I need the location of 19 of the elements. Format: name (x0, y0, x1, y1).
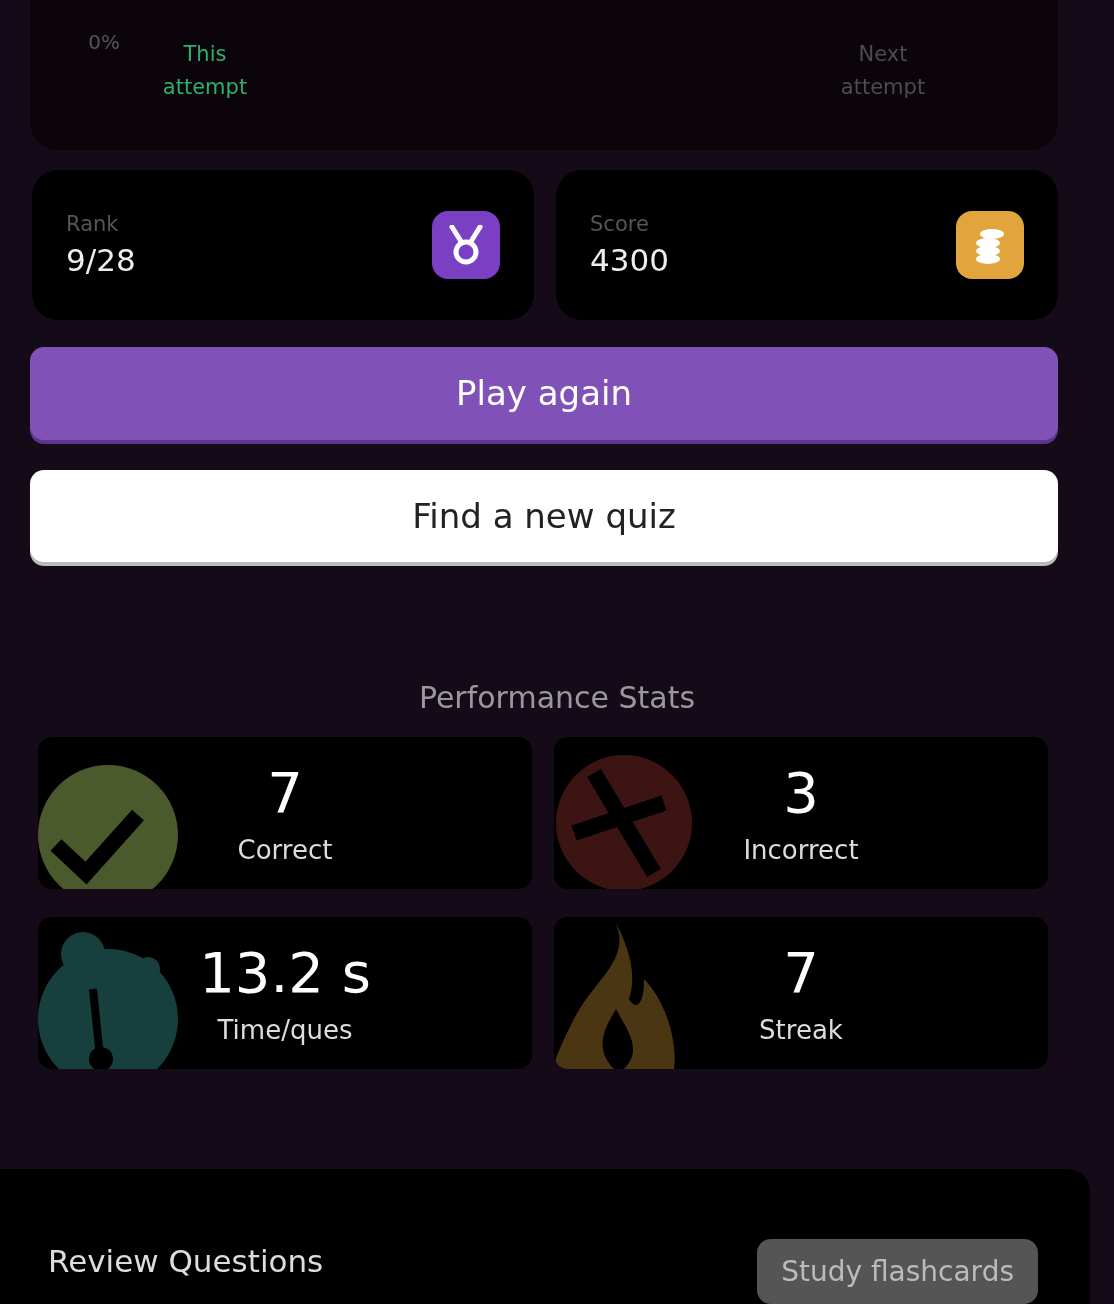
stat-value: 3 (783, 761, 819, 825)
summary-value: 9/28 (66, 242, 136, 279)
axis-label: This attempt (161, 41, 249, 101)
stat-label: Time/ques (217, 1015, 353, 1045)
review-title: Review Questions (48, 1243, 324, 1279)
section-title: Performance Stats (417, 680, 697, 715)
summary-label: Score (590, 212, 650, 237)
stat-label: Incorrect (743, 835, 859, 865)
summary-label: Rank (66, 212, 120, 237)
stat-value: 7 (783, 941, 819, 1005)
study-button[interactable]: Study flashcards (757, 1239, 1038, 1304)
stat-value: 7 (267, 761, 303, 825)
stat-value: 13.2 s (199, 941, 371, 1005)
axis-label: Next attempt (839, 41, 927, 101)
medal-icon (448, 225, 484, 266)
summary-value: 4300 (590, 242, 669, 279)
stat-label: Correct (237, 835, 333, 865)
stat-label: Streak (759, 1015, 843, 1045)
axis-tick: 0% (88, 30, 121, 54)
